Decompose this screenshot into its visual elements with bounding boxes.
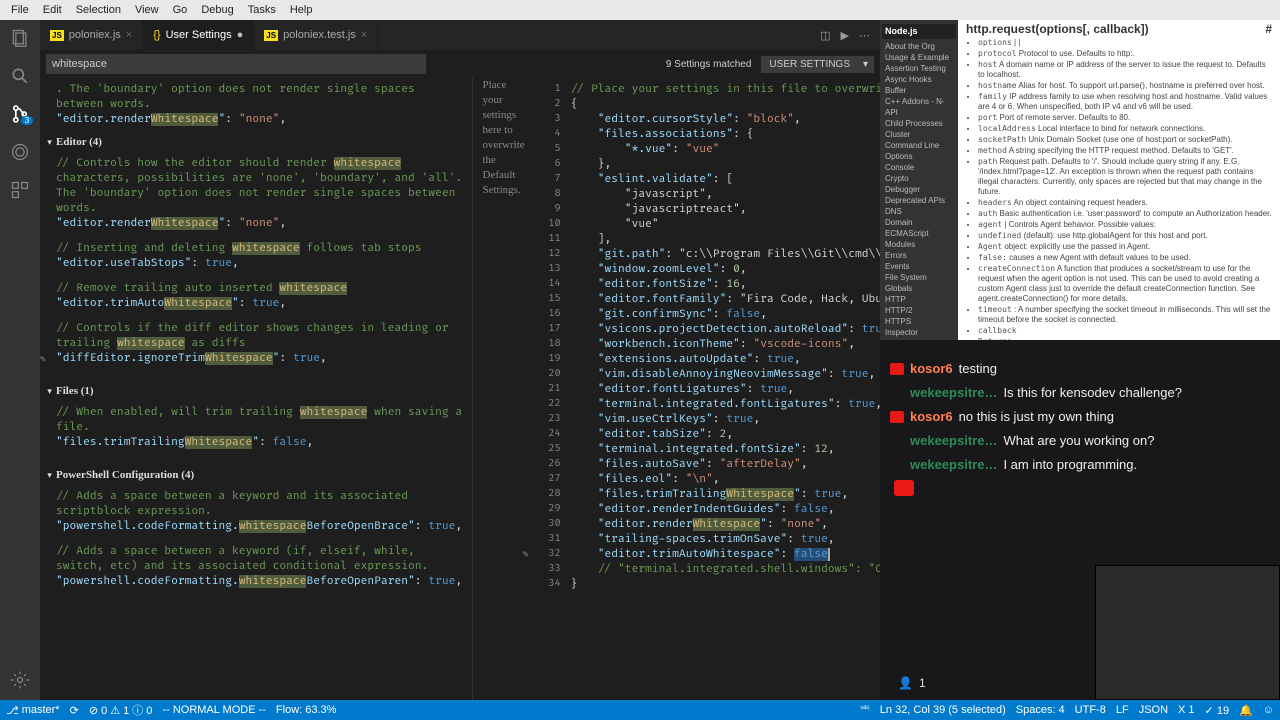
status-spaces[interactable]: Spaces: 4	[1016, 704, 1065, 716]
line-gutter: 1234567891011121314151617181920212223242…	[535, 78, 571, 700]
status-mode: -- NORMAL MODE --	[162, 704, 265, 716]
status-flow[interactable]: Flow: 63.3%	[276, 704, 337, 716]
menu-bar: FileEditSelectionViewGoDebugTasksHelp	[0, 0, 1280, 20]
menu-selection[interactable]: Selection	[69, 4, 128, 16]
editor-tabs: JSpoloniex.js×{}User Settings●JSpoloniex…	[40, 20, 880, 50]
chat-message: kosor6testing	[890, 360, 1270, 378]
docs-panel: Node.jsAbout the OrgUsage & ExampleAsser…	[880, 20, 1280, 340]
more-icon[interactable]: ⋯	[859, 29, 870, 42]
chat-message: wekeepsitre…What are you working on?	[890, 432, 1270, 450]
settings-search-input[interactable]	[46, 54, 426, 74]
mod-badge-icon	[890, 411, 904, 423]
docs-title: http.request(options[, callback])	[966, 24, 1149, 34]
viewer-icon: 👤	[898, 676, 913, 690]
viewer-count: 1	[919, 676, 926, 690]
extensions-icon[interactable]	[8, 178, 32, 202]
default-settings-pane: . The 'boundary' option does not render …	[40, 78, 473, 700]
menu-tasks[interactable]: Tasks	[241, 4, 283, 16]
tab[interactable]: JSpoloniex.test.js×	[254, 20, 378, 50]
status-bar: ⎇ master* ⟳ ⊘ 0 ⚠ 1 ⓘ 0 -- NORMAL MODE -…	[0, 700, 1280, 720]
activity-bar: 3	[0, 20, 40, 700]
status-eol[interactable]: LF	[1116, 704, 1129, 716]
status-feedback[interactable]: ⎃	[861, 704, 870, 717]
settings-group[interactable]: Files (1)	[48, 384, 464, 399]
status-problems[interactable]: ⊘ 0 ⚠ 1 ⓘ 0	[89, 702, 153, 718]
chat-message: wekeepsitre…Is this for kensodev challen…	[890, 384, 1270, 402]
status-position[interactable]: Ln 32, Col 39 (5 selected)	[880, 704, 1006, 716]
tab[interactable]: {}User Settings●	[143, 20, 254, 50]
chat-message: wekeepsitre…I am into programming.	[890, 456, 1270, 474]
tab[interactable]: JSpoloniex.js×	[40, 20, 143, 50]
split-icon[interactable]: ◫	[820, 29, 830, 42]
match-count: 9 Settings matched	[666, 59, 752, 70]
debug-icon[interactable]	[8, 140, 32, 164]
settings-scope-dropdown[interactable]: USER SETTINGS	[761, 56, 874, 73]
menu-view[interactable]: View	[128, 4, 166, 16]
menu-debug[interactable]: Debug	[194, 4, 240, 16]
pencil-icon[interactable]: ✎	[523, 548, 529, 563]
docs-sidebar[interactable]: Node.jsAbout the OrgUsage & ExampleAsser…	[880, 20, 958, 340]
settings-group[interactable]: Editor (4)	[48, 135, 464, 150]
scm-icon[interactable]: 3	[8, 102, 32, 126]
menu-go[interactable]: Go	[166, 4, 195, 16]
status-sync[interactable]: ⟳	[70, 704, 79, 717]
webcam-feed	[1095, 565, 1280, 700]
status-branch[interactable]: ⎇ master*	[6, 704, 60, 717]
chat-message: kosor6no this is just my own thing	[890, 408, 1270, 426]
side-panel: Node.jsAbout the OrgUsage & ExampleAsser…	[880, 20, 1280, 700]
settings-search-bar: 9 Settings matched USER SETTINGS	[40, 50, 880, 78]
scm-badge: 3	[21, 116, 33, 125]
menu-help[interactable]: Help	[283, 4, 320, 16]
docs-content: http.request(options[, callback])# optio…	[958, 20, 1280, 340]
chat-panel: kosor6testing wekeepsitre…Is this for ken…	[880, 340, 1280, 700]
status-face[interactable]: ☺	[1263, 704, 1274, 716]
status-lint[interactable]: ✓ 19	[1205, 704, 1230, 717]
explorer-icon[interactable]	[8, 26, 32, 50]
status-encoding[interactable]: UTF-8	[1075, 704, 1106, 716]
user-settings-pane: Place your settings here to overwrite th…	[473, 78, 881, 700]
settings-description: Place your settings here to overwrite th…	[473, 78, 535, 700]
code-editor[interactable]: // Place your settings in this file to o…	[571, 78, 880, 700]
status-bell[interactable]: 🔔	[1239, 704, 1253, 717]
search-icon[interactable]	[8, 64, 32, 88]
robot-icon	[894, 480, 914, 496]
run-icon[interactable]: ▶	[841, 29, 849, 42]
settings-group[interactable]: PowerShell Configuration (4)	[48, 468, 464, 483]
gear-icon[interactable]	[8, 668, 32, 692]
menu-file[interactable]: File	[4, 4, 36, 16]
mod-badge-icon	[890, 363, 904, 375]
docs-anchor[interactable]: #	[1265, 24, 1272, 34]
status-lang[interactable]: JSON	[1139, 704, 1168, 716]
menu-edit[interactable]: Edit	[36, 4, 69, 16]
status-x: X 1	[1178, 704, 1195, 716]
